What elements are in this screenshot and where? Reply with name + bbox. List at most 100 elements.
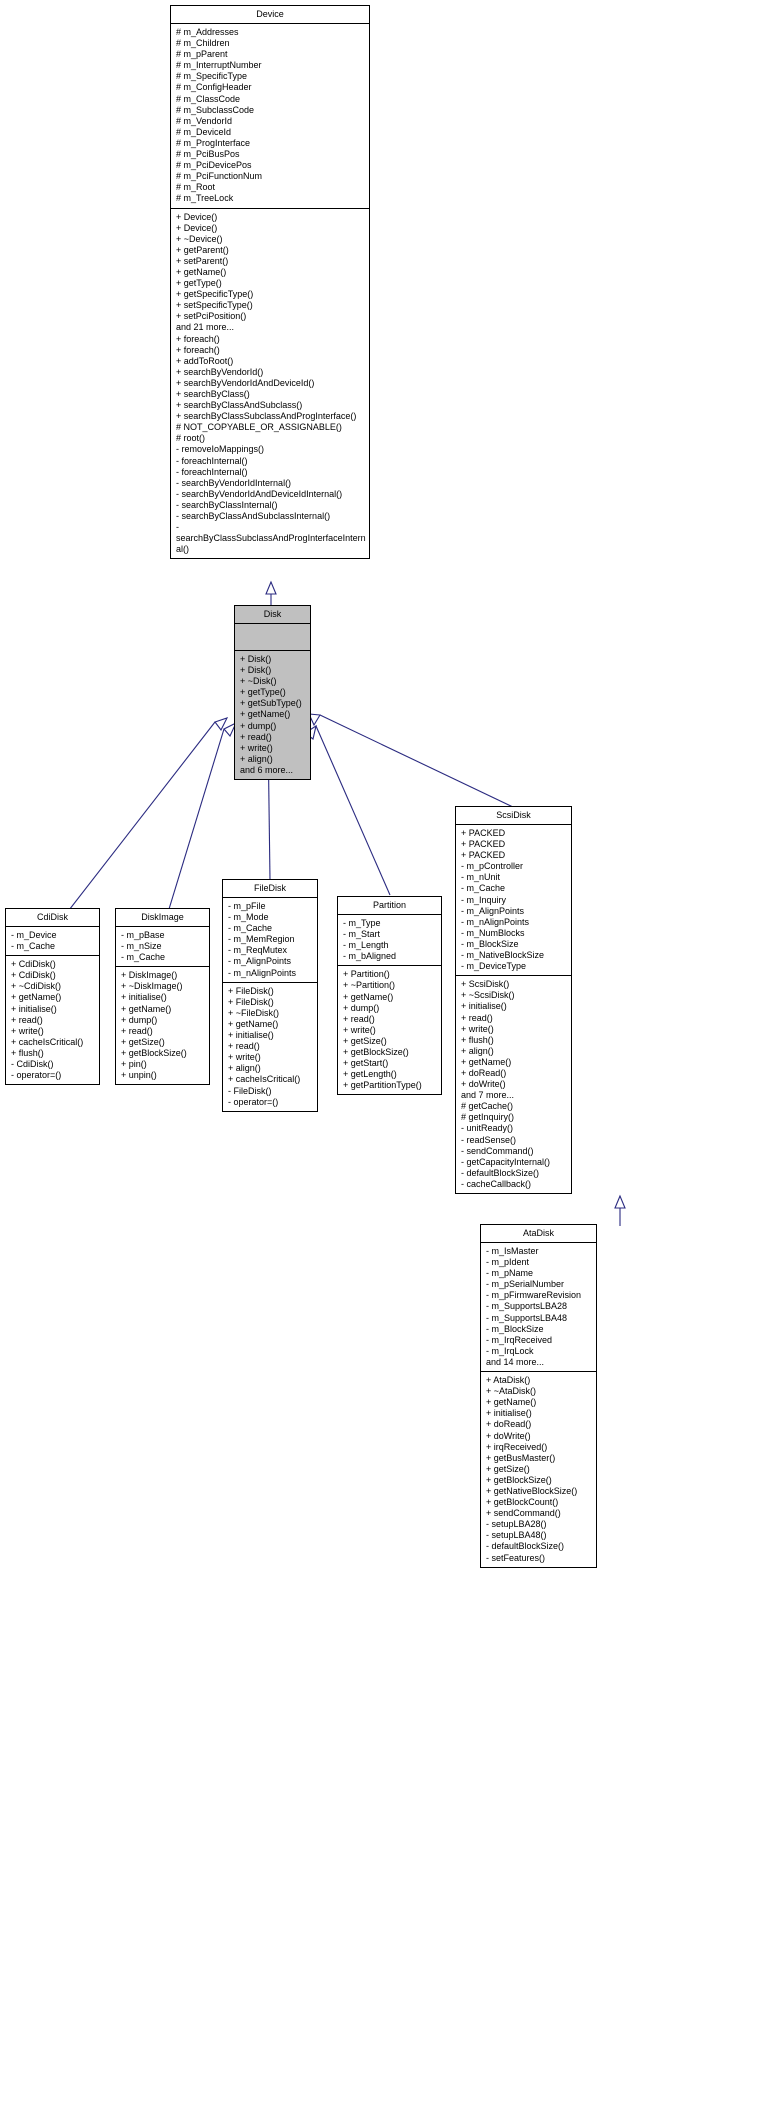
class-member-row: + initialise() — [461, 1001, 507, 1012]
class-member-row: + getLength() — [343, 1069, 397, 1080]
class-methods-diskimage: + DiskImage() + ~DiskImage() + initialise(… — [116, 967, 209, 1085]
class-member-row: # m_TreeLock — [176, 193, 234, 204]
class-member-row: + CdiDisk() — [11, 970, 56, 981]
class-member-row: + ScsiDisk() — [461, 979, 510, 990]
class-member-row: + getNativeBlockSize() — [486, 1485, 578, 1496]
class-member-row: + ~Partition() — [343, 980, 396, 991]
class-member-row: - removeIoMappings() — [176, 444, 265, 455]
class-member-row: + getBlockCount() — [486, 1497, 559, 1508]
arrowhead-scsidisk — [614, 1194, 626, 1209]
class-member-row: + PACKED — [461, 839, 506, 850]
class-member-row: + setPciPosition() — [176, 311, 247, 322]
class-member-row: + foreach() — [176, 344, 220, 355]
class-member-row: - m_BlockSize — [486, 1323, 544, 1334]
class-member-row: + CdiDisk() — [11, 959, 56, 970]
class-member-row: - m_nAlignPoints — [228, 967, 297, 978]
class-member-row: + getSpecificType() — [176, 289, 254, 300]
class-member-row: + getBlockSize() — [343, 1047, 409, 1058]
class-member-row: + getPartitionType() — [343, 1080, 422, 1091]
class-member-row: + initialise() — [11, 1003, 57, 1014]
class-methods-filedisk: + FileDisk() + FileDisk() + ~FileDisk() + g… — [223, 982, 317, 1111]
class-member-row: + getSize() — [343, 1035, 387, 1046]
class-member-row: # m_Children — [176, 38, 230, 49]
class-member-row: - m_SupportsLBA28 — [486, 1301, 568, 1312]
class-member-row: + write() — [228, 1052, 261, 1063]
class-member-row: - foreachInternal() — [176, 466, 248, 477]
class-member-row: + getName() — [461, 1056, 512, 1067]
class-member-row: + doWrite() — [486, 1430, 531, 1441]
class-box-device[interactable]: Device # m_Addresses # m_Children # m_pPar… — [170, 5, 370, 560]
class-member-row: + initialise() — [486, 1408, 532, 1419]
arrowhead-disk-cdidisk — [214, 717, 229, 732]
class-title-diskimage: DiskImage — [116, 909, 209, 927]
edge-cdidisk-to-disk — [51, 721, 216, 933]
class-member-row: - m_Cache — [11, 941, 56, 952]
class-box-cdidisk[interactable]: CdiDisk - m_Device - m_Cache + CdiDisk() +… — [5, 908, 100, 1086]
class-member-row: + getBlockSize() — [486, 1474, 552, 1485]
class-member-row: + dump() — [240, 720, 277, 731]
class-member-row: # getCache() — [461, 1101, 514, 1112]
class-member-row: - getCapacityInternal() — [461, 1156, 551, 1167]
class-member-row: + read() — [461, 1012, 493, 1023]
class-member-row: + getName() — [121, 1003, 172, 1014]
class-member-row: + FileDisk() — [228, 985, 274, 996]
class-methods-partition: + Partition() + ~Partition() + getName() + … — [338, 966, 441, 1095]
class-member-row: - m_Cache — [228, 923, 273, 934]
class-member-row: + doRead() — [486, 1419, 532, 1430]
class-member-row: # NOT_COPYABLE_OR_ASSIGNABLE() — [176, 422, 342, 433]
class-member-row: - CdiDisk() — [11, 1059, 54, 1070]
class-member-row: + Device() — [176, 222, 218, 233]
class-member-row: + setParent() — [176, 255, 229, 266]
class-title-scsidisk: ScsiDisk — [456, 807, 571, 825]
class-member-row: - operator=() — [228, 1096, 279, 1107]
class-member-row: + getName() — [343, 991, 394, 1002]
class-member-row: + getType() — [240, 687, 286, 698]
class-member-row: - m_pBase — [121, 930, 165, 940]
class-member-row: - searchByVendorIdInternal() — [176, 477, 292, 488]
class-title-atadisk: AtaDisk — [481, 1225, 596, 1243]
class-member-row: + ~ScsiDisk() — [461, 990, 515, 1001]
class-member-row: - m_nSize — [121, 941, 162, 952]
class-member-row: + sendCommand() — [486, 1508, 561, 1519]
uml-inheritance-diagram: Device # m_Addresses # m_Children # m_pPar… — [0, 0, 777, 2121]
class-member-row: + cacheIsCritical() — [228, 1074, 301, 1085]
class-member-row: - setupLBA48() — [486, 1530, 547, 1541]
class-member-row: + setSpecificType() — [176, 300, 253, 311]
class-box-filedisk[interactable]: FileDisk - m_pFile - m_Mode - m_Cache - m_M… — [222, 879, 318, 1112]
class-member-row: - m_SupportsLBA48 — [486, 1312, 568, 1323]
class-member-row: - m_IrqLock — [486, 1345, 534, 1356]
class-member-row: - m_Cache — [461, 883, 506, 894]
class-methods-scsidisk: + ScsiDisk() + ~ScsiDisk() + initialise() +… — [456, 976, 571, 1193]
class-member-row: - searchByClassInternal() — [176, 499, 278, 510]
class-member-row: + getName() — [176, 266, 227, 277]
class-member-row: - sendCommand() — [461, 1145, 534, 1156]
class-member-row: + initialise() — [121, 992, 167, 1003]
class-box-partition[interactable]: Partition - m_Type - m_Start - m_Length - m… — [337, 896, 442, 1096]
class-member-row: + write() — [343, 1024, 376, 1035]
class-member-row: + dump() — [121, 1014, 158, 1025]
class-member-row: + write() — [461, 1023, 494, 1034]
class-methods-atadisk: + AtaDisk() + ~AtaDisk() + getName() + init… — [481, 1372, 596, 1567]
class-box-diskimage[interactable]: DiskImage - m_pBase - m_nSize - m_Cache + … — [115, 908, 210, 1086]
class-member-row: - m_AlignPoints — [228, 956, 292, 967]
class-member-row: - m_nUnit — [461, 872, 501, 883]
edge-partition-to-disk — [315, 725, 391, 896]
class-member-row: # m_Addresses — [176, 27, 239, 37]
class-title-filedisk: FileDisk — [223, 880, 317, 898]
class-member-row: + foreach() — [176, 333, 220, 344]
class-member-row: + flush() — [11, 1047, 44, 1058]
class-member-row: # getInquiry() — [461, 1112, 515, 1123]
class-box-atadisk[interactable]: AtaDisk - m_IsMaster - m_pIdent - m_pName -… — [480, 1224, 597, 1568]
class-member-row: + ~CdiDisk() — [11, 981, 62, 992]
class-box-scsidisk[interactable]: ScsiDisk + PACKED + PACKED + PACKED - m_pCo… — [455, 806, 572, 1194]
class-member-row: - defaultBlockSize() — [486, 1541, 565, 1552]
class-member-row: - FileDisk() — [228, 1085, 272, 1096]
class-box-disk[interactable]: Disk + Disk() + Disk() + ~Disk() + getType(… — [234, 605, 311, 781]
class-attributes-diskimage: - m_pBase - m_nSize - m_Cache — [116, 927, 209, 968]
class-member-row: - m_Mode — [228, 912, 269, 923]
class-member-row: - searchByClassAndSubclassInternal() — [176, 511, 331, 522]
class-member-row: + align() — [461, 1045, 494, 1056]
class-member-row: # m_PciFunctionNum — [176, 171, 263, 182]
class-member-row: + searchByClassAndSubclass() — [176, 400, 303, 411]
class-member-row: + read() — [343, 1013, 375, 1024]
